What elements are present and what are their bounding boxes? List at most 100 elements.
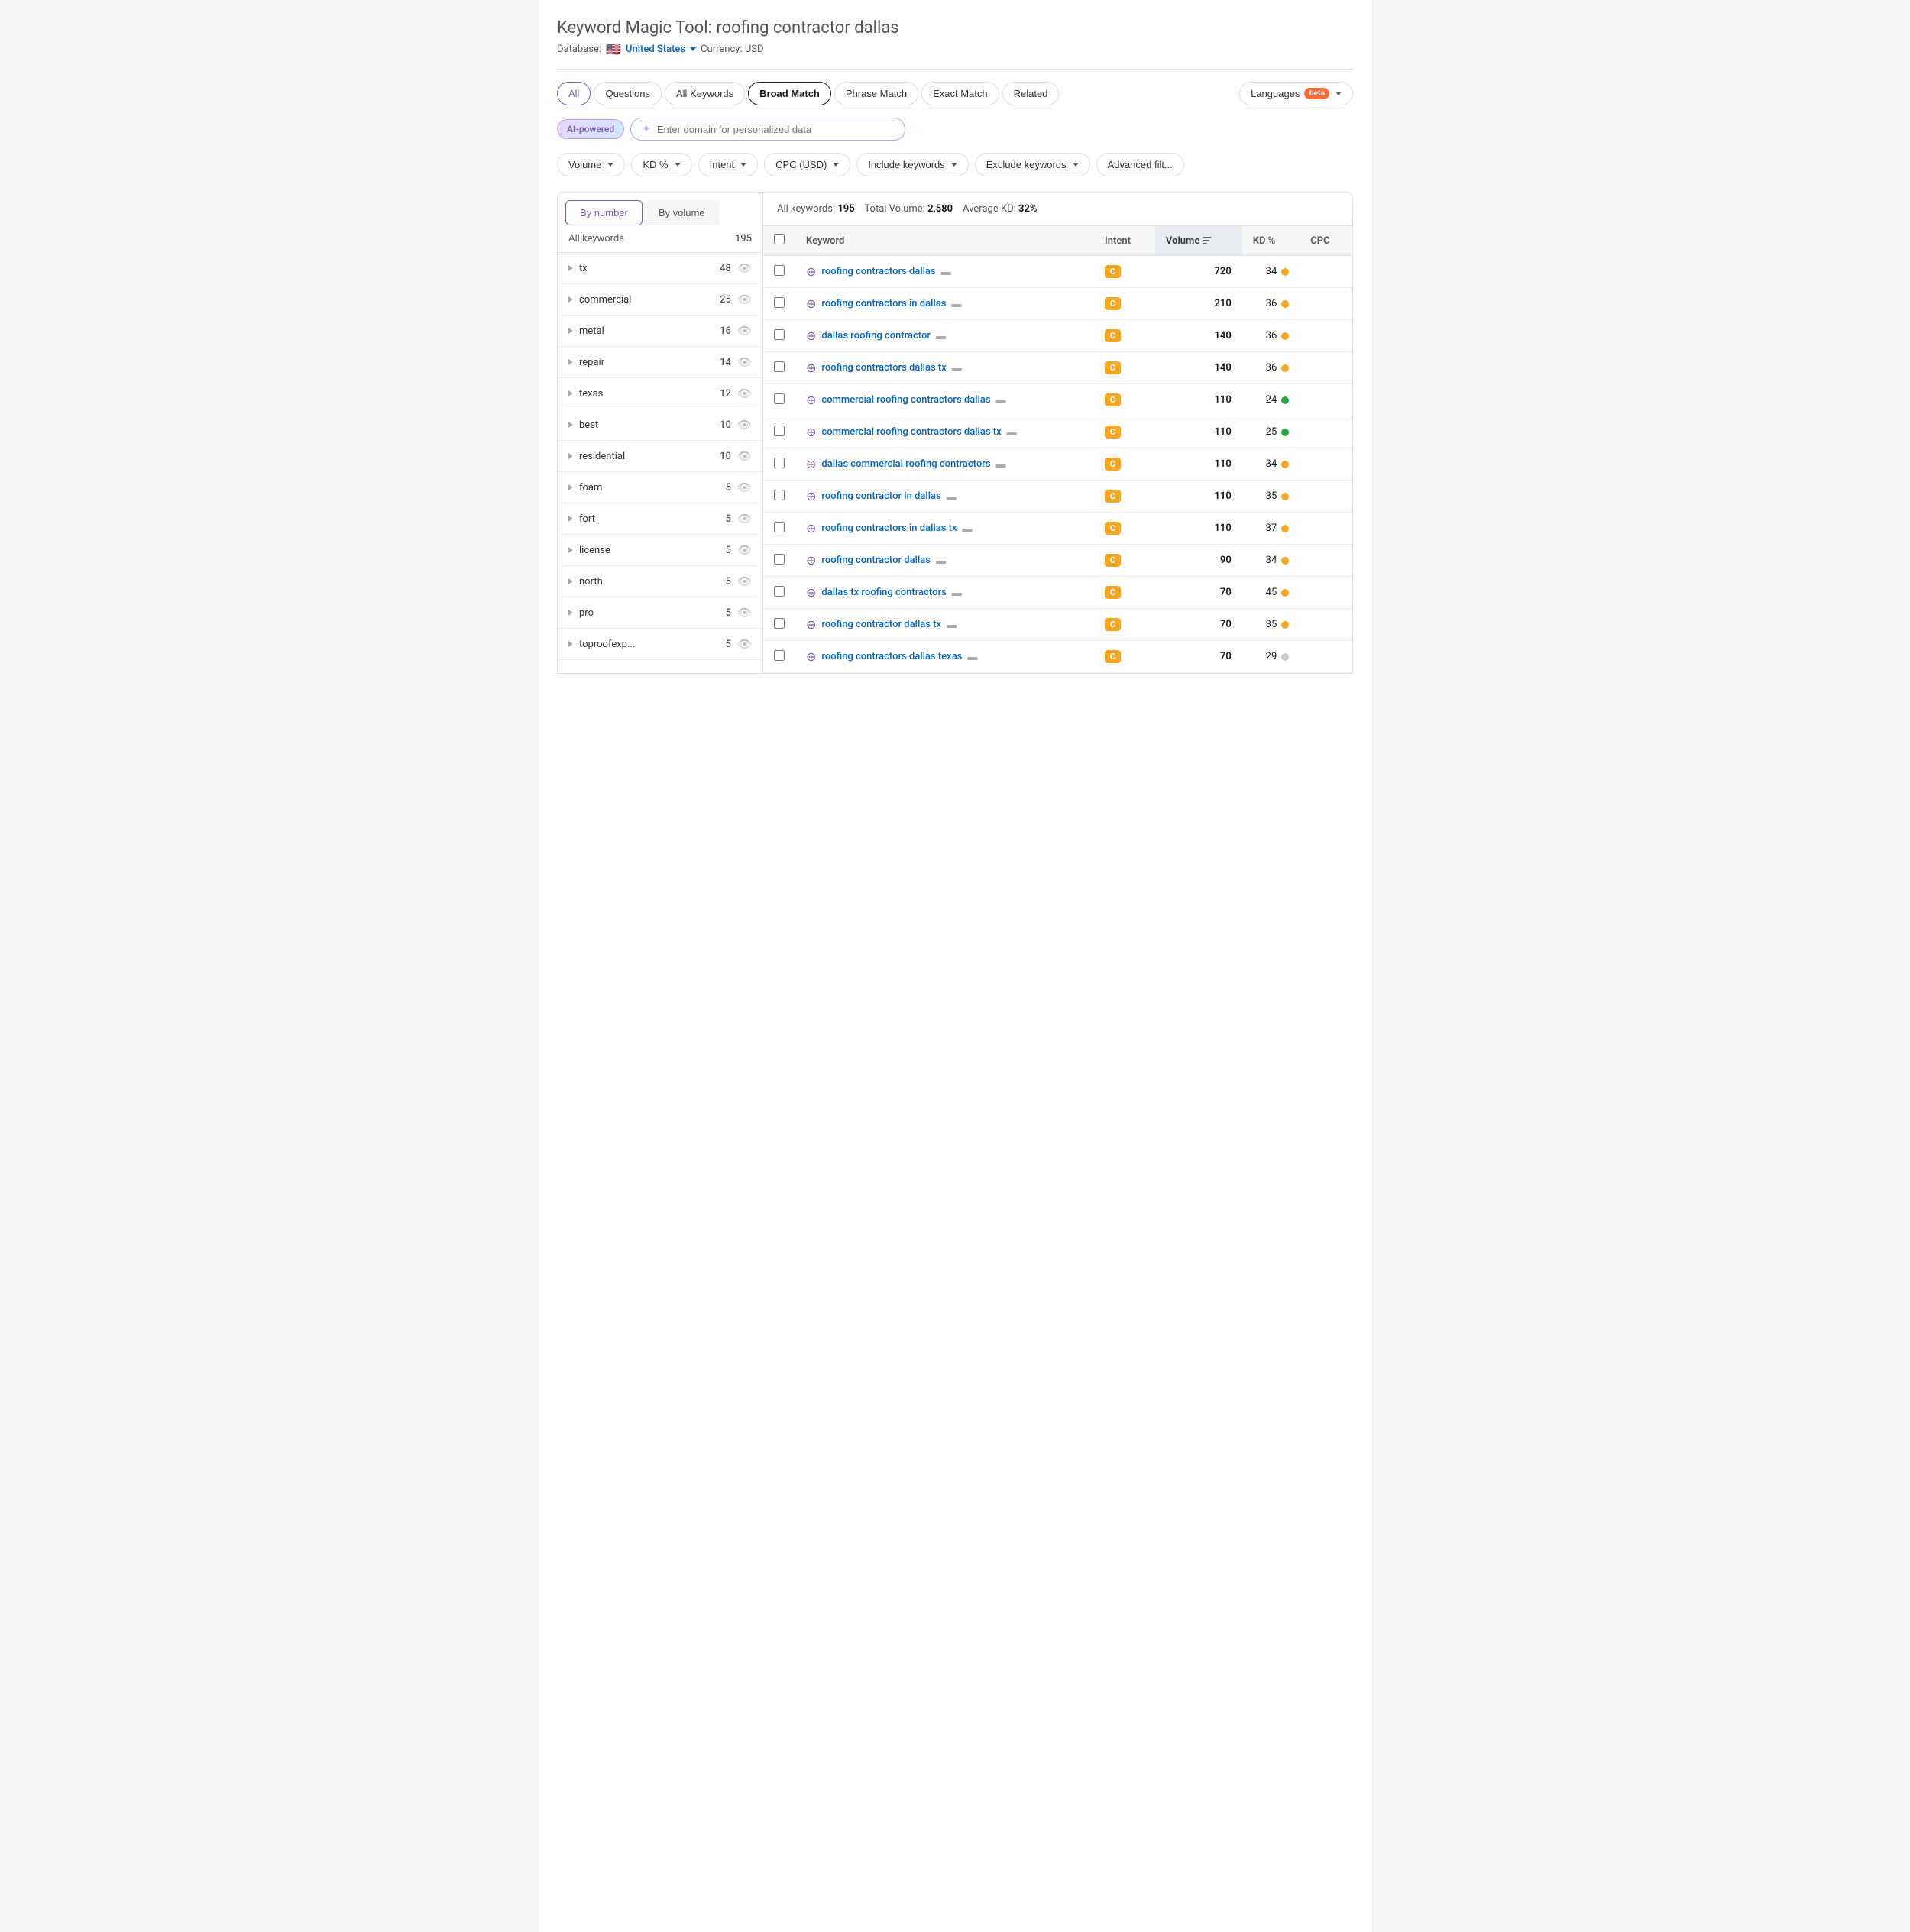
eye-icon[interactable]: 👁 bbox=[737, 261, 752, 275]
tab-related[interactable]: Related bbox=[1002, 82, 1060, 105]
keyword-link[interactable]: roofing contractors dallas bbox=[821, 266, 935, 277]
row-checkbox[interactable] bbox=[774, 522, 785, 532]
tab-languages[interactable]: Languages beta bbox=[1239, 82, 1353, 105]
add-keyword-button[interactable]: ⊕ bbox=[806, 617, 816, 632]
table-icon[interactable]: ▬ bbox=[1007, 426, 1017, 439]
sidebar-item-north[interactable]: north 5 👁 bbox=[558, 566, 762, 597]
sidebar-item-texas[interactable]: texas 12 👁 bbox=[558, 378, 762, 409]
row-checkbox[interactable] bbox=[774, 458, 785, 468]
sidebar-item-toproofexp[interactable]: toproofexp... 5 👁 bbox=[558, 629, 762, 660]
add-keyword-button[interactable]: ⊕ bbox=[806, 521, 816, 536]
eye-icon[interactable]: 👁 bbox=[737, 543, 752, 557]
keyword-link[interactable]: roofing contractors in dallas tx bbox=[821, 523, 957, 534]
cpc-filter[interactable]: CPC (USD) bbox=[764, 153, 850, 176]
sidebar-item-best[interactable]: best 10 👁 bbox=[558, 409, 762, 441]
table-icon[interactable]: ▬ bbox=[936, 330, 946, 342]
tab-all[interactable]: All bbox=[557, 82, 591, 105]
keyword-link[interactable]: commercial roofing contractors dallas tx bbox=[821, 426, 1001, 438]
tab-broad-match[interactable]: Broad Match bbox=[748, 82, 831, 105]
advanced-filter[interactable]: Advanced filt... bbox=[1096, 153, 1184, 176]
add-keyword-button[interactable]: ⊕ bbox=[806, 328, 816, 343]
add-keyword-button[interactable]: ⊕ bbox=[806, 361, 816, 375]
exclude-keywords-filter[interactable]: Exclude keywords bbox=[975, 153, 1090, 176]
row-checkbox[interactable] bbox=[774, 426, 785, 436]
keyword-link[interactable]: roofing contractor dallas bbox=[821, 555, 931, 566]
keyword-link[interactable]: dallas tx roofing contractors bbox=[821, 587, 946, 598]
tab-questions[interactable]: Questions bbox=[594, 82, 662, 105]
add-keyword-button[interactable]: ⊕ bbox=[806, 393, 816, 407]
table-icon[interactable]: ▬ bbox=[951, 298, 961, 310]
sidebar-item-metal[interactable]: metal 16 👁 bbox=[558, 316, 762, 347]
keyword-link[interactable]: dallas commercial roofing contractors bbox=[821, 458, 990, 470]
keyword-link[interactable]: commercial roofing contractors dallas bbox=[821, 394, 990, 406]
eye-icon[interactable]: 👁 bbox=[737, 574, 752, 588]
domain-input[interactable] bbox=[657, 124, 894, 135]
volume-sort-icon[interactable] bbox=[1203, 237, 1212, 244]
keyword-link[interactable]: dallas roofing contractor bbox=[821, 330, 931, 341]
row-checkbox[interactable] bbox=[774, 554, 785, 565]
intent-filter[interactable]: Intent bbox=[698, 153, 759, 176]
sidebar-tab-by-number[interactable]: By number bbox=[565, 200, 643, 225]
sidebar-item-tx[interactable]: tx 48 👁 bbox=[558, 253, 762, 284]
eye-icon[interactable]: 👁 bbox=[737, 293, 752, 306]
keyword-link[interactable]: roofing contractor dallas tx bbox=[821, 619, 941, 630]
eye-icon[interactable]: 👁 bbox=[737, 418, 752, 432]
eye-icon[interactable]: 👁 bbox=[737, 481, 752, 494]
row-checkbox[interactable] bbox=[774, 361, 785, 372]
add-keyword-button[interactable]: ⊕ bbox=[806, 649, 816, 664]
add-keyword-button[interactable]: ⊕ bbox=[806, 264, 816, 279]
sidebar-item-repair[interactable]: repair 14 👁 bbox=[558, 347, 762, 378]
database-link[interactable]: United States bbox=[626, 44, 696, 55]
table-icon[interactable]: ▬ bbox=[967, 651, 977, 663]
sidebar-item-commercial[interactable]: commercial 25 👁 bbox=[558, 284, 762, 316]
table-icon[interactable]: ▬ bbox=[996, 394, 1006, 406]
table-icon[interactable]: ▬ bbox=[947, 619, 957, 631]
row-checkbox[interactable] bbox=[774, 265, 785, 276]
volume-col-header[interactable]: Volume bbox=[1155, 226, 1242, 256]
row-checkbox[interactable] bbox=[774, 393, 785, 404]
row-checkbox[interactable] bbox=[774, 297, 785, 308]
add-keyword-button[interactable]: ⊕ bbox=[806, 489, 816, 503]
tab-exact-match[interactable]: Exact Match bbox=[921, 82, 999, 105]
volume-filter[interactable]: Volume bbox=[557, 153, 625, 176]
select-all-checkbox[interactable] bbox=[774, 234, 785, 244]
table-icon[interactable]: ▬ bbox=[996, 458, 1006, 471]
table-icon[interactable]: ▬ bbox=[947, 490, 957, 503]
sidebar-item-pro[interactable]: pro 5 👁 bbox=[558, 597, 762, 629]
sidebar-item-residential[interactable]: residential 10 👁 bbox=[558, 441, 762, 472]
include-keywords-filter[interactable]: Include keywords bbox=[856, 153, 968, 176]
table-icon[interactable]: ▬ bbox=[941, 266, 951, 278]
sidebar-item-foam[interactable]: foam 5 👁 bbox=[558, 472, 762, 503]
row-checkbox[interactable] bbox=[774, 329, 785, 340]
add-keyword-button[interactable]: ⊕ bbox=[806, 585, 816, 600]
row-checkbox[interactable] bbox=[774, 490, 785, 500]
eye-icon[interactable]: 👁 bbox=[737, 512, 752, 526]
row-checkbox[interactable] bbox=[774, 650, 785, 661]
eye-icon[interactable]: 👁 bbox=[737, 449, 752, 463]
kd-filter[interactable]: KD % bbox=[631, 153, 691, 176]
eye-icon[interactable]: 👁 bbox=[737, 637, 752, 651]
eye-icon[interactable]: 👁 bbox=[737, 606, 752, 620]
row-checkbox[interactable] bbox=[774, 618, 785, 629]
add-keyword-button[interactable]: ⊕ bbox=[806, 457, 816, 471]
sidebar-item-license[interactable]: license 5 👁 bbox=[558, 535, 762, 566]
add-keyword-button[interactable]: ⊕ bbox=[806, 425, 816, 439]
table-icon[interactable]: ▬ bbox=[952, 587, 962, 599]
ai-input-container[interactable]: ✦ bbox=[630, 118, 905, 141]
tab-phrase-match[interactable]: Phrase Match bbox=[834, 82, 918, 105]
eye-icon[interactable]: 👁 bbox=[737, 355, 752, 369]
sidebar-tab-by-volume[interactable]: By volume bbox=[644, 200, 720, 225]
eye-icon[interactable]: 👁 bbox=[737, 324, 752, 338]
keyword-link[interactable]: roofing contractors dallas texas bbox=[821, 651, 962, 662]
table-icon[interactable]: ▬ bbox=[963, 523, 973, 535]
keyword-link[interactable]: roofing contractors dallas tx bbox=[821, 362, 946, 374]
eye-icon[interactable]: 👁 bbox=[737, 387, 752, 400]
add-keyword-button[interactable]: ⊕ bbox=[806, 296, 816, 311]
keyword-link[interactable]: roofing contractors in dallas bbox=[821, 298, 946, 309]
table-icon[interactable]: ▬ bbox=[952, 362, 962, 374]
sidebar-item-fort[interactable]: fort 5 👁 bbox=[558, 503, 762, 535]
table-icon[interactable]: ▬ bbox=[936, 555, 946, 567]
keyword-link[interactable]: roofing contractor in dallas bbox=[821, 490, 940, 502]
tab-all-keywords[interactable]: All Keywords bbox=[665, 82, 745, 105]
row-checkbox[interactable] bbox=[774, 586, 785, 597]
